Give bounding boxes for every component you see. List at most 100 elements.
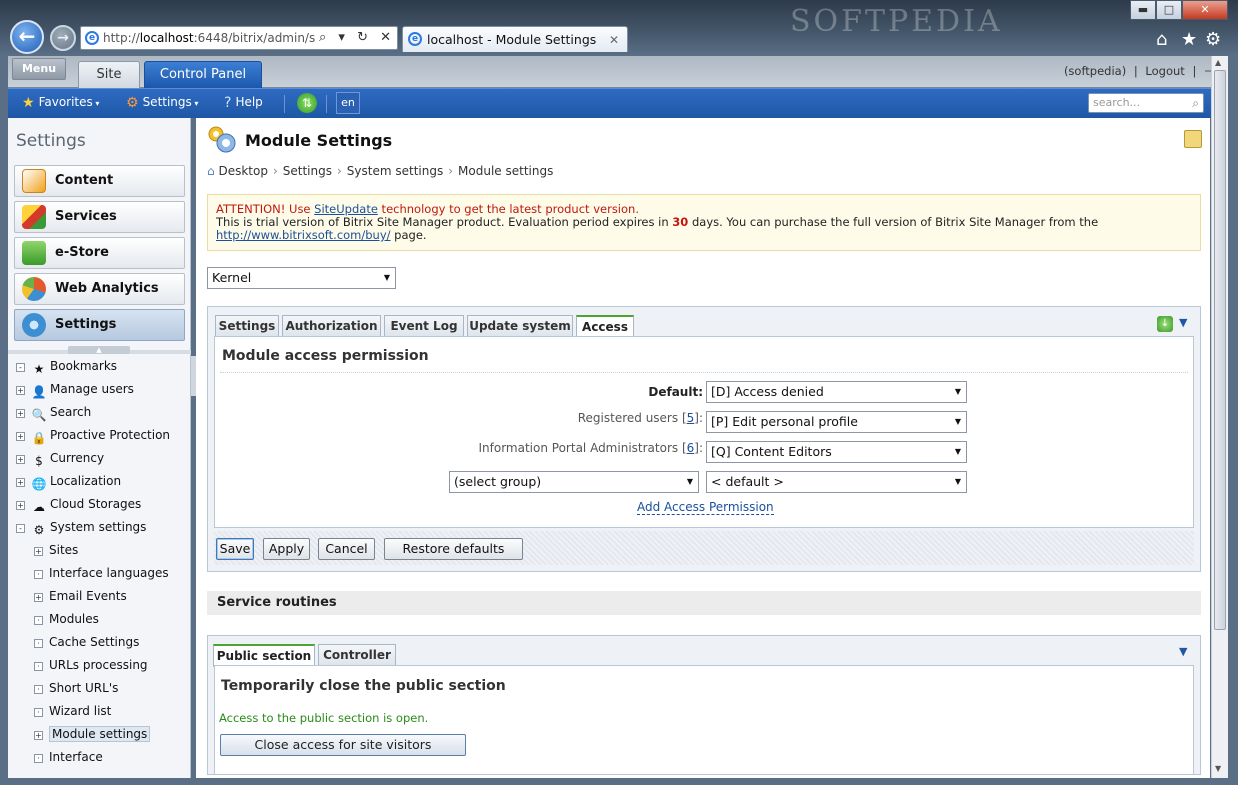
- tree-item[interactable]: + 🔒 Proactive Protection: [16, 425, 170, 445]
- back-button[interactable]: ←: [10, 20, 44, 54]
- breadcrumb-item-desktop[interactable]: Desktop: [218, 164, 268, 178]
- tree-item[interactable]: · Interface: [34, 747, 103, 767]
- expand-icon[interactable]: +: [34, 593, 43, 602]
- siteupdate-link[interactable]: SiteUpdate: [314, 202, 378, 216]
- collapse-icon[interactable]: ·: [34, 570, 43, 579]
- menu-button[interactable]: Menu: [12, 58, 66, 80]
- close-access-button[interactable]: Close access for site visitors: [220, 734, 466, 756]
- sidebar-item-content[interactable]: Content: [14, 165, 185, 197]
- tree-item[interactable]: + $ Currency: [16, 448, 104, 468]
- chevron-down-icon[interactable]: ▼: [1179, 645, 1187, 658]
- add-access-permission-link[interactable]: Add Access Permission: [637, 501, 774, 515]
- tree-item[interactable]: · Wizard list: [34, 701, 111, 721]
- splitter-grip-icon[interactable]: ▲: [68, 346, 130, 354]
- tree-item[interactable]: + Email Events: [34, 586, 127, 606]
- collapse-icon[interactable]: ·: [34, 639, 43, 648]
- favorites-star-icon[interactable]: ★: [1181, 29, 1197, 50]
- group-link[interactable]: 6: [687, 441, 695, 455]
- group-link[interactable]: 5: [687, 411, 695, 425]
- apply-button[interactable]: Apply: [263, 538, 310, 560]
- expand-icon[interactable]: +: [16, 455, 25, 464]
- tab-controller[interactable]: Controller: [318, 644, 396, 666]
- maximize-button[interactable]: □: [1156, 0, 1182, 20]
- tree-item[interactable]: - ⚙ System settings: [16, 517, 146, 537]
- collapse-icon[interactable]: -: [16, 524, 25, 533]
- browser-tab[interactable]: e localhost - Module Settings ✕: [402, 26, 628, 52]
- collapse-icon[interactable]: ·: [34, 685, 43, 694]
- group-select[interactable]: (select group) ▼: [449, 471, 699, 493]
- panel-search-input[interactable]: search... ⌕: [1088, 93, 1204, 113]
- buy-link[interactable]: http://www.bitrixsoft.com/buy/: [216, 228, 391, 242]
- username[interactable]: (softpedia): [1064, 64, 1126, 78]
- module-select[interactable]: Kernel ▼: [207, 267, 396, 289]
- chevron-down-icon[interactable]: ▼: [1179, 316, 1187, 329]
- tab-settings[interactable]: Settings: [215, 315, 279, 337]
- tree-item[interactable]: - ★ Bookmarks: [16, 356, 117, 376]
- permission-select-default[interactable]: [D] Access denied ▼: [706, 381, 967, 403]
- scroll-up-icon[interactable]: ▲: [1215, 58, 1221, 67]
- tree-item[interactable]: + Sites: [34, 540, 78, 560]
- tree-item[interactable]: + 🔍 Search: [16, 402, 91, 422]
- tab-update-system[interactable]: Update system: [467, 315, 573, 337]
- collapse-icon[interactable]: -: [16, 363, 25, 372]
- sidebar-item-web-analytics[interactable]: Web Analytics: [14, 273, 185, 305]
- collapse-icon[interactable]: ·: [34, 616, 43, 625]
- tools-gear-icon[interactable]: ⚙: [1205, 29, 1221, 50]
- update-icon[interactable]: ⇅: [297, 93, 317, 113]
- collapse-icon[interactable]: ·: [34, 754, 43, 763]
- breadcrumb-item-settings[interactable]: Settings: [283, 164, 332, 178]
- cancel-button[interactable]: Cancel: [318, 538, 375, 560]
- restore-defaults-button[interactable]: Restore defaults: [384, 538, 523, 560]
- expand-icon[interactable]: +: [16, 386, 25, 395]
- permission-select-registered-users[interactable]: [P] Edit personal profile ▼: [706, 411, 967, 433]
- permission-select-portal-admins[interactable]: [Q] Content Editors ▼: [706, 441, 967, 463]
- language-button[interactable]: en: [336, 92, 360, 114]
- forward-button[interactable]: →: [50, 25, 76, 51]
- tree-item[interactable]: + 🌐 Localization: [16, 471, 121, 491]
- sidebar-item-estore[interactable]: e-Store: [14, 237, 185, 269]
- close-window-button[interactable]: ✕: [1182, 0, 1228, 20]
- tree-item[interactable]: + ☁ Cloud Storages: [16, 494, 141, 514]
- expand-icon[interactable]: +: [16, 478, 25, 487]
- collapse-icon[interactable]: ·: [34, 662, 43, 671]
- settings-menu[interactable]: ⚙ Settings ▾: [126, 95, 198, 111]
- expand-icon[interactable]: +: [16, 501, 25, 510]
- expand-icon[interactable]: +: [34, 731, 43, 740]
- tab-control-panel[interactable]: Control Panel: [144, 61, 262, 88]
- tab-access[interactable]: Access: [576, 315, 634, 338]
- logout-link[interactable]: Logout: [1145, 64, 1184, 78]
- tree-item[interactable]: · Interface languages: [34, 563, 169, 583]
- save-button[interactable]: Save: [216, 538, 254, 560]
- breadcrumb-item-system-settings[interactable]: System settings: [347, 164, 443, 178]
- tab-event-log[interactable]: Event Log: [384, 315, 464, 337]
- tab-public-section[interactable]: Public section: [213, 644, 315, 667]
- close-tab-icon[interactable]: ✕: [609, 27, 619, 53]
- tree-item[interactable]: · Short URL's: [34, 678, 118, 698]
- scroll-down-icon[interactable]: ▼: [1215, 764, 1221, 773]
- sidebar-item-services[interactable]: Services: [14, 201, 185, 233]
- favorites-menu[interactable]: ★ Favorites ▾: [22, 95, 99, 111]
- tree-item[interactable]: + Module settings: [34, 724, 151, 744]
- new-permission-select[interactable]: < default > ▼: [706, 471, 967, 493]
- sidebar-item-settings[interactable]: Settings: [14, 309, 185, 341]
- home-icon[interactable]: ⌂: [1156, 29, 1167, 50]
- download-icon[interactable]: ↓: [1157, 316, 1173, 332]
- minimize-button[interactable]: ▬: [1130, 0, 1156, 20]
- expand-icon[interactable]: +: [34, 547, 43, 556]
- address-bar[interactable]: e http://localhost:6448/bitrix/admin/set…: [80, 26, 398, 50]
- tree-item[interactable]: · Modules: [34, 609, 99, 629]
- collapse-icon[interactable]: ·: [34, 708, 43, 717]
- search-icon[interactable]: ⌕: [1192, 94, 1199, 112]
- address-controls[interactable]: ⌕ ▾ ↻ ✕: [315, 27, 395, 49]
- page-actions-icon[interactable]: [1184, 130, 1202, 148]
- expand-icon[interactable]: +: [16, 432, 25, 441]
- page-scrollbar[interactable]: ▲ ▼: [1211, 56, 1228, 778]
- tree-item[interactable]: + 👤 Manage users: [16, 379, 134, 399]
- expand-icon[interactable]: +: [16, 409, 25, 418]
- help-link[interactable]: ? Help: [224, 95, 263, 111]
- tab-authorization[interactable]: Authorization: [282, 315, 381, 337]
- tab-site[interactable]: Site: [78, 61, 140, 88]
- tree-item[interactable]: · URLs processing: [34, 655, 148, 675]
- scrollbar-thumb[interactable]: [1214, 70, 1226, 630]
- tree-item[interactable]: · Cache Settings: [34, 632, 139, 652]
